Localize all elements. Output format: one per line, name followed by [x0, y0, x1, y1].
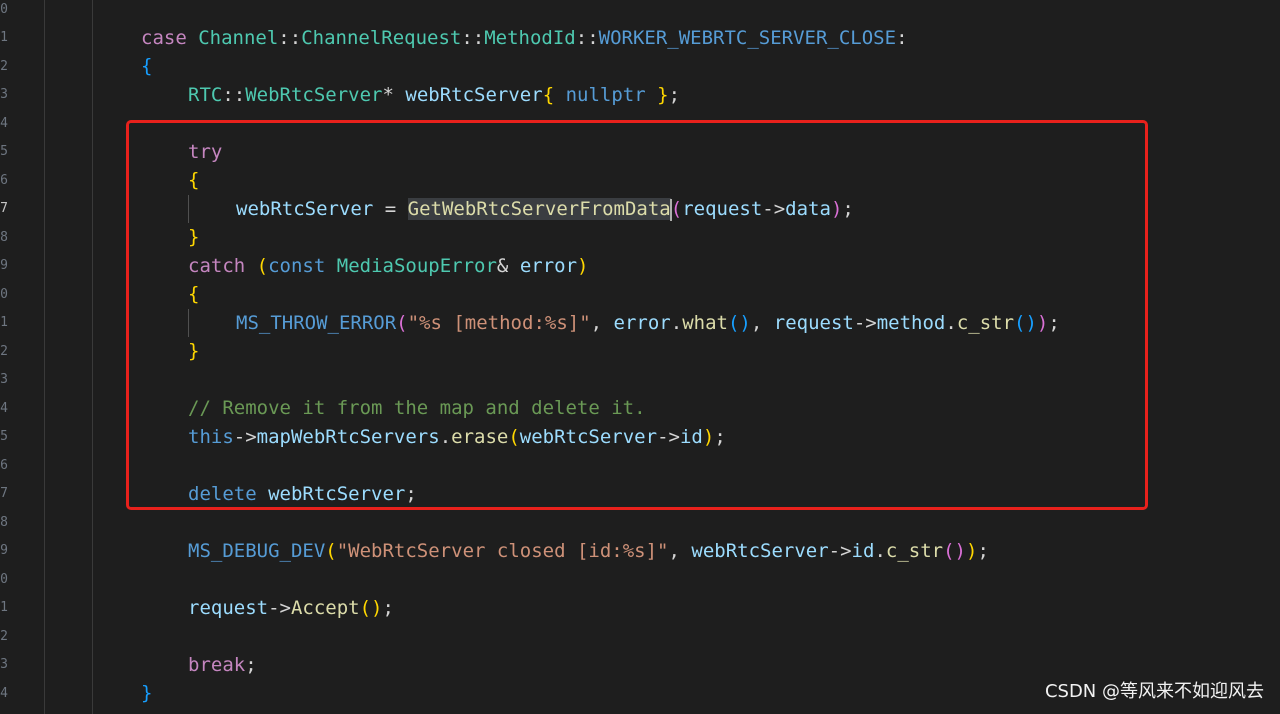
string-literal: "WebRtcServer closed [id:%s]"	[336, 540, 669, 562]
indent-guide	[92, 0, 93, 714]
line-number: 9	[0, 258, 8, 273]
line-number: 6	[0, 173, 8, 188]
scope-operator: ::	[222, 84, 246, 106]
code-line: }	[141, 679, 152, 707]
class-token: ChannelRequest	[301, 27, 462, 49]
comma-token: ,	[668, 540, 680, 562]
line-number: 1	[0, 315, 8, 330]
code-line: request->Accept();	[188, 594, 394, 622]
variable-token: request	[188, 597, 269, 619]
annotation-highlight-box	[126, 120, 1148, 510]
namespace-token: RTC	[188, 84, 223, 106]
brace-token: {	[141, 55, 153, 77]
class-token: WebRtcServer	[245, 84, 383, 106]
paren-token: ()	[359, 597, 383, 619]
keyword-break: break	[188, 654, 246, 676]
line-number: 9	[0, 543, 8, 558]
enum-member-token: WORKER_WEBRTC_SERVER_CLOSE	[598, 27, 897, 49]
function-token: c_str	[885, 540, 944, 562]
code-line: {	[141, 52, 152, 80]
line-number: 0	[0, 2, 8, 17]
namespace-token: Channel	[198, 27, 279, 49]
arrow-operator: ->	[828, 540, 852, 562]
line-number: 0	[0, 287, 8, 302]
semicolon-token: ;	[382, 597, 394, 619]
line-number: 4	[0, 116, 8, 131]
line-number: 1	[0, 30, 8, 45]
code-line: break;	[188, 651, 257, 679]
line-number: 4	[0, 401, 8, 416]
line-number: 2	[0, 344, 8, 359]
code-line: MS_DEBUG_DEV("WebRtcServer closed [id:%s…	[188, 537, 989, 565]
line-number: 3	[0, 87, 8, 102]
line-number: 5	[0, 429, 8, 444]
code-line: RTC::WebRtcServer* webRtcServer{ nullptr…	[188, 81, 680, 109]
line-number: 3	[0, 657, 8, 672]
member-token: id	[851, 540, 875, 562]
colon-token: :	[896, 27, 908, 49]
line-number: 5	[0, 144, 8, 159]
arrow-operator: ->	[268, 597, 291, 619]
line-number: 3	[0, 372, 8, 387]
keyword-nullptr: nullptr	[565, 84, 646, 106]
scope-operator: ::	[461, 27, 485, 49]
brace-token: {	[542, 84, 555, 106]
semicolon-token: ;	[245, 654, 257, 676]
line-number: 1	[0, 600, 8, 615]
paren-token: ()	[943, 540, 966, 562]
line-number: 8	[0, 515, 8, 530]
semicolon-token: ;	[668, 84, 681, 106]
line-number: 2	[0, 59, 8, 74]
variable-token: webRtcServer	[691, 540, 829, 562]
dot-operator: .	[874, 540, 886, 562]
scope-operator: ::	[278, 27, 302, 49]
variable-token: webRtcServer	[405, 84, 543, 106]
paren-token: (	[325, 540, 337, 562]
function-token: Accept	[290, 597, 360, 619]
line-number: 0	[0, 572, 8, 587]
line-number: 8	[0, 230, 8, 245]
line-number: 2	[0, 629, 8, 644]
line-number: 7	[0, 486, 8, 501]
enum-token: MethodId	[484, 27, 576, 49]
keyword-case: case	[141, 27, 187, 49]
line-number-gutter: 0 1 2 3 4 5 6 7 8 9 0 1 2 3 4 5 6 7 8 9 …	[0, 0, 14, 714]
line-number: 6	[0, 458, 8, 473]
brace-token: }	[657, 84, 669, 106]
line-number: 4	[0, 686, 8, 701]
pointer-token: *	[382, 84, 394, 106]
watermark: CSDN @等风来不如迎风去	[1044, 681, 1264, 702]
code-line: case Channel::ChannelRequest::MethodId::…	[141, 24, 908, 52]
macro-token: MS_DEBUG_DEV	[188, 540, 326, 562]
paren-token: )	[965, 540, 978, 562]
semicolon-token: ;	[977, 540, 989, 562]
scope-operator: ::	[575, 27, 599, 49]
brace-token: }	[141, 682, 153, 704]
line-number-current: 7	[0, 201, 8, 216]
indent-guide	[44, 0, 45, 714]
